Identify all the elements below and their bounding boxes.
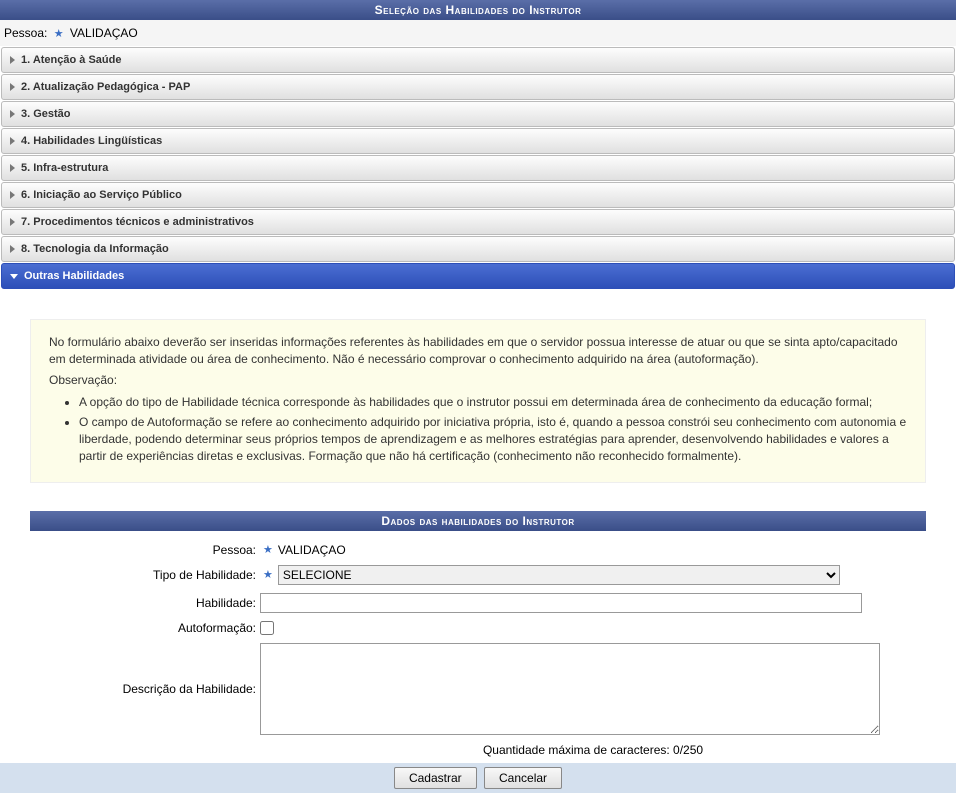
form-descricao-label: Descrição da Habilidade: (30, 682, 260, 696)
accordion-item-4[interactable]: 4. Habilidades Lingüísticas (1, 128, 955, 154)
accordion-item-outras[interactable]: Outras Habilidades (1, 263, 955, 289)
char-count: Quantidade máxima de caracteres: 0/250 (260, 739, 926, 763)
form-pessoa-label: Pessoa: (30, 543, 260, 557)
form-table: Pessoa: ★ VALIDAÇAO Tipo de Habilidade: … (30, 539, 926, 763)
page-title: Seleção das Habilidades do Instrutor (375, 3, 582, 17)
triangle-right-icon (10, 137, 15, 145)
page-title-bar: Seleção das Habilidades do Instrutor (0, 0, 956, 20)
pessoa-header-row: Pessoa: ★ VALIDAÇAO (0, 20, 956, 46)
observacao-label: Observação: (49, 372, 907, 389)
tipo-habilidade-select[interactable]: SELECIONE (278, 565, 840, 585)
info-bullet: O campo de Autoformação se refere ao con… (79, 414, 907, 464)
form-autoformacao-label: Autoformação: (30, 621, 260, 635)
accordion-item-5[interactable]: 5. Infra-estrutura (1, 155, 955, 181)
required-star-icon: ★ (263, 543, 273, 556)
accordion-label: 2. Atualização Pedagógica - PAP (21, 81, 190, 93)
accordion-label: 7. Procedimentos técnicos e administrati… (21, 216, 254, 228)
accordion-item-3[interactable]: 3. Gestão (1, 101, 955, 127)
form-pessoa-value: VALIDAÇAO (278, 543, 346, 557)
triangle-right-icon (10, 110, 15, 118)
autoformacao-checkbox[interactable] (260, 621, 274, 635)
triangle-right-icon (10, 164, 15, 172)
info-box: No formulário abaixo deverão ser inserid… (30, 319, 926, 483)
cadastrar-button[interactable]: Cadastrar (394, 767, 477, 789)
triangle-down-icon (10, 274, 18, 279)
triangle-right-icon (10, 191, 15, 199)
triangle-right-icon (10, 245, 15, 253)
content-area: No formulário abaixo deverão ser inserid… (0, 289, 956, 793)
accordion-label: Outras Habilidades (24, 270, 124, 282)
accordion-label: 3. Gestão (21, 108, 71, 120)
accordion-item-1[interactable]: 1. Atenção à Saúde (1, 47, 955, 73)
form-tipo-label: Tipo de Habilidade: (30, 568, 260, 582)
triangle-right-icon (10, 218, 15, 226)
habilidade-input[interactable] (260, 593, 862, 613)
cancelar-button[interactable]: Cancelar (484, 767, 562, 789)
accordion-item-7[interactable]: 7. Procedimentos técnicos e administrati… (1, 209, 955, 235)
button-bar: Cadastrar Cancelar (0, 763, 956, 793)
accordion-label: 4. Habilidades Lingüísticas (21, 135, 162, 147)
pessoa-label: Pessoa: (4, 26, 47, 40)
accordion-label: 5. Infra-estrutura (21, 162, 108, 174)
triangle-right-icon (10, 83, 15, 91)
accordion-item-2[interactable]: 2. Atualização Pedagógica - PAP (1, 74, 955, 100)
info-paragraph: No formulário abaixo deverão ser inserid… (49, 334, 907, 368)
form-section-header: Dados das habilidades do Instrutor (30, 511, 926, 531)
pessoa-value: VALIDAÇAO (70, 26, 138, 40)
accordion-label: 6. Iniciação ao Serviço Público (21, 189, 182, 201)
form-habilidade-label: Habilidade: (30, 596, 260, 610)
required-star-icon: ★ (263, 568, 273, 581)
accordion-item-8[interactable]: 8. Tecnologia da Informação (1, 236, 955, 262)
form-section-title: Dados das habilidades do Instrutor (381, 514, 574, 528)
info-bullet: A opção do tipo de Habilidade técnica co… (79, 394, 907, 411)
accordion-label: 8. Tecnologia da Informação (21, 243, 169, 255)
descricao-textarea[interactable] (260, 643, 880, 735)
required-star-icon: ★ (54, 28, 64, 40)
accordion-item-6[interactable]: 6. Iniciação ao Serviço Público (1, 182, 955, 208)
accordion-label: 1. Atenção à Saúde (21, 54, 121, 66)
triangle-right-icon (10, 56, 15, 64)
